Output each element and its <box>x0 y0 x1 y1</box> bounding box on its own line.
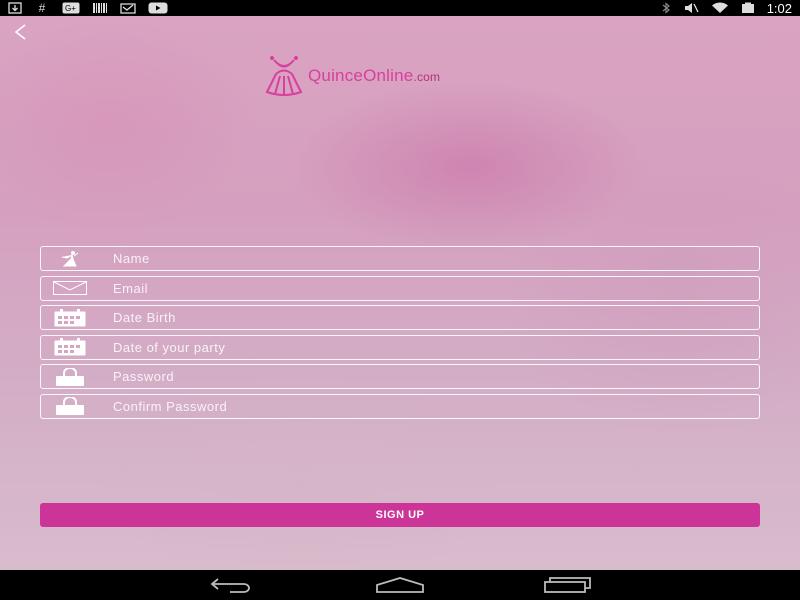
envelope-icon <box>41 277 99 300</box>
bag-icon <box>120 3 136 14</box>
nav-home-button[interactable] <box>375 572 425 598</box>
signup-form <box>40 246 760 423</box>
email-field <box>40 275 760 301</box>
party-date-field <box>40 334 760 360</box>
name-field <box>40 246 760 271</box>
status-right-icons: 1:02 <box>661 1 792 16</box>
party-date-input[interactable] <box>99 335 759 359</box>
clock-time: 1:02 <box>766 0 792 16</box>
recents-icon <box>544 577 591 593</box>
signup-screen: QuinceOnline.com Name Email Date Birth D… <box>0 16 800 570</box>
barcode-icon <box>93 3 107 13</box>
youtube-icon <box>148 2 168 14</box>
back-arrow-icon <box>210 578 250 593</box>
dancer-icon <box>41 247 99 270</box>
battery-icon <box>741 2 754 13</box>
lock-icon <box>41 365 99 388</box>
date-birth-field <box>40 305 760 330</box>
confirm-password-field <box>40 393 760 419</box>
quinceonline-logo: QuinceOnline.com <box>264 52 540 100</box>
email-input[interactable] <box>99 276 759 300</box>
home-icon <box>376 577 424 593</box>
password-field <box>40 364 760 389</box>
nav-back-button[interactable] <box>207 572 257 598</box>
calendar-icon <box>41 306 99 329</box>
mute-icon <box>684 3 699 13</box>
wifi-icon <box>711 2 728 13</box>
gplus-icon: G+ <box>62 2 80 14</box>
logo-domain: .com <box>413 70 441 84</box>
dress-logo-icon <box>265 56 303 96</box>
hash-icon: # <box>38 1 46 15</box>
calendar-icon <box>41 336 99 359</box>
name-input[interactable] <box>99 247 759 270</box>
logo-brand: QuinceOnline <box>308 66 414 85</box>
lock-icon <box>41 395 99 418</box>
password-input[interactable] <box>99 365 759 388</box>
download-icon <box>8 2 22 14</box>
status-bar: # G+ 1:02 <box>0 0 800 16</box>
logo-text: QuinceOnline.com <box>308 66 440 86</box>
svg-text:G+: G+ <box>65 4 76 13</box>
confirm-password-input[interactable] <box>99 394 759 418</box>
back-button[interactable] <box>8 20 32 44</box>
date-birth-input[interactable] <box>99 306 759 329</box>
navigation-bar <box>0 570 800 600</box>
sign-up-button[interactable]: SIGN UP <box>40 503 760 527</box>
status-left-icons: # G+ <box>8 2 168 14</box>
chevron-left-icon <box>14 24 26 40</box>
nav-recents-button[interactable] <box>543 572 593 598</box>
bluetooth-icon <box>662 2 670 14</box>
